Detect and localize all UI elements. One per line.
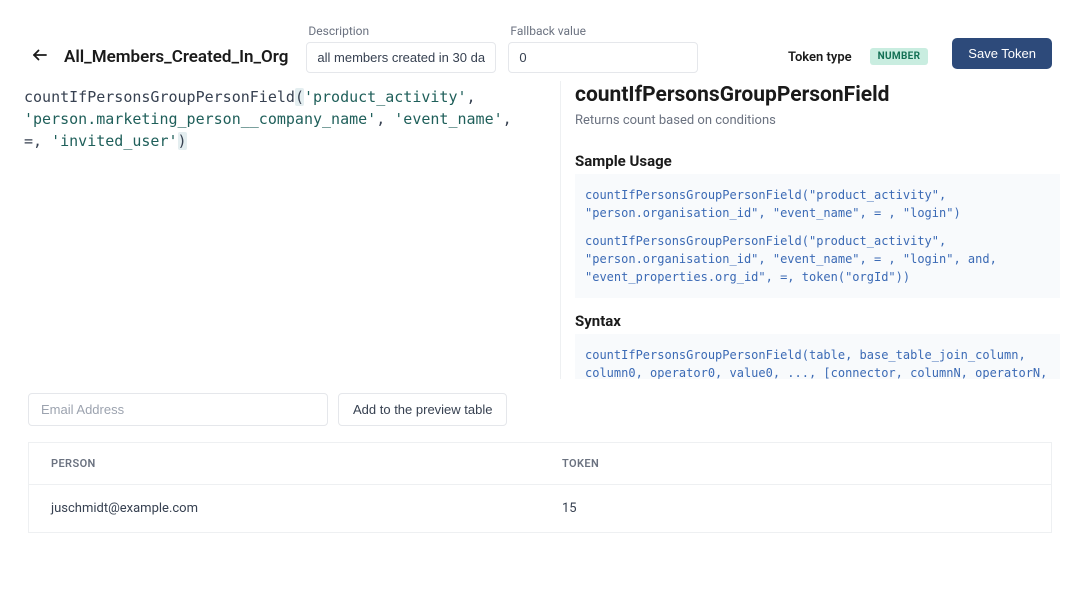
back-button[interactable] — [28, 43, 52, 67]
sample-usage-title: Sample Usage — [575, 152, 1060, 170]
syntax-title: Syntax — [575, 312, 1060, 330]
docs-panel: countIfPersonsGroupPersonField Returns c… — [560, 81, 1060, 379]
col-token-header: TOKEN — [540, 443, 1052, 485]
preview-section: Add to the preview table PERSON TOKEN ju… — [0, 379, 1080, 533]
fallback-field-group: Fallback value — [508, 24, 698, 73]
person-cell: juschmidt@example.com — [29, 485, 541, 533]
arrow-left-icon — [31, 46, 49, 64]
add-preview-button[interactable]: Add to the preview table — [338, 393, 507, 426]
description-label: Description — [306, 24, 496, 38]
preview-controls: Add to the preview table — [28, 393, 1052, 426]
email-input[interactable] — [28, 393, 328, 426]
fallback-label: Fallback value — [508, 24, 698, 38]
main-split: countIfPersonsGroupPersonField('product_… — [0, 81, 1080, 379]
docs-title: countIfPersonsGroupPersonField — [575, 81, 1060, 107]
sample-usage-block: countIfPersonsGroupPersonField("product_… — [575, 174, 1060, 298]
description-field-group: Description — [306, 24, 496, 73]
fallback-input[interactable] — [508, 42, 698, 73]
col-person-header: PERSON — [29, 443, 541, 485]
token-cell: 15 — [540, 485, 1052, 533]
table-row: juschmidt@example.com 15 — [29, 485, 1052, 533]
token-type-badge: NUMBER — [870, 48, 929, 65]
token-title: All_Members_Created_In_Org — [64, 47, 288, 67]
preview-table: PERSON TOKEN juschmidt@example.com 15 — [28, 442, 1052, 533]
description-input[interactable] — [306, 42, 496, 73]
sample-usage-2: countIfPersonsGroupPersonField("product_… — [585, 232, 1050, 286]
code-editor[interactable]: countIfPersonsGroupPersonField('product_… — [20, 81, 560, 379]
sample-usage-1: countIfPersonsGroupPersonField("product_… — [585, 186, 1050, 222]
token-type-label: Token type — [788, 50, 852, 65]
save-token-button[interactable]: Save Token — [952, 38, 1052, 69]
syntax-block: countIfPersonsGroupPersonField(table, ba… — [575, 334, 1060, 379]
docs-description: Returns count based on conditions — [575, 113, 1060, 128]
header-bar: All_Members_Created_In_Org Description F… — [0, 0, 1080, 81]
